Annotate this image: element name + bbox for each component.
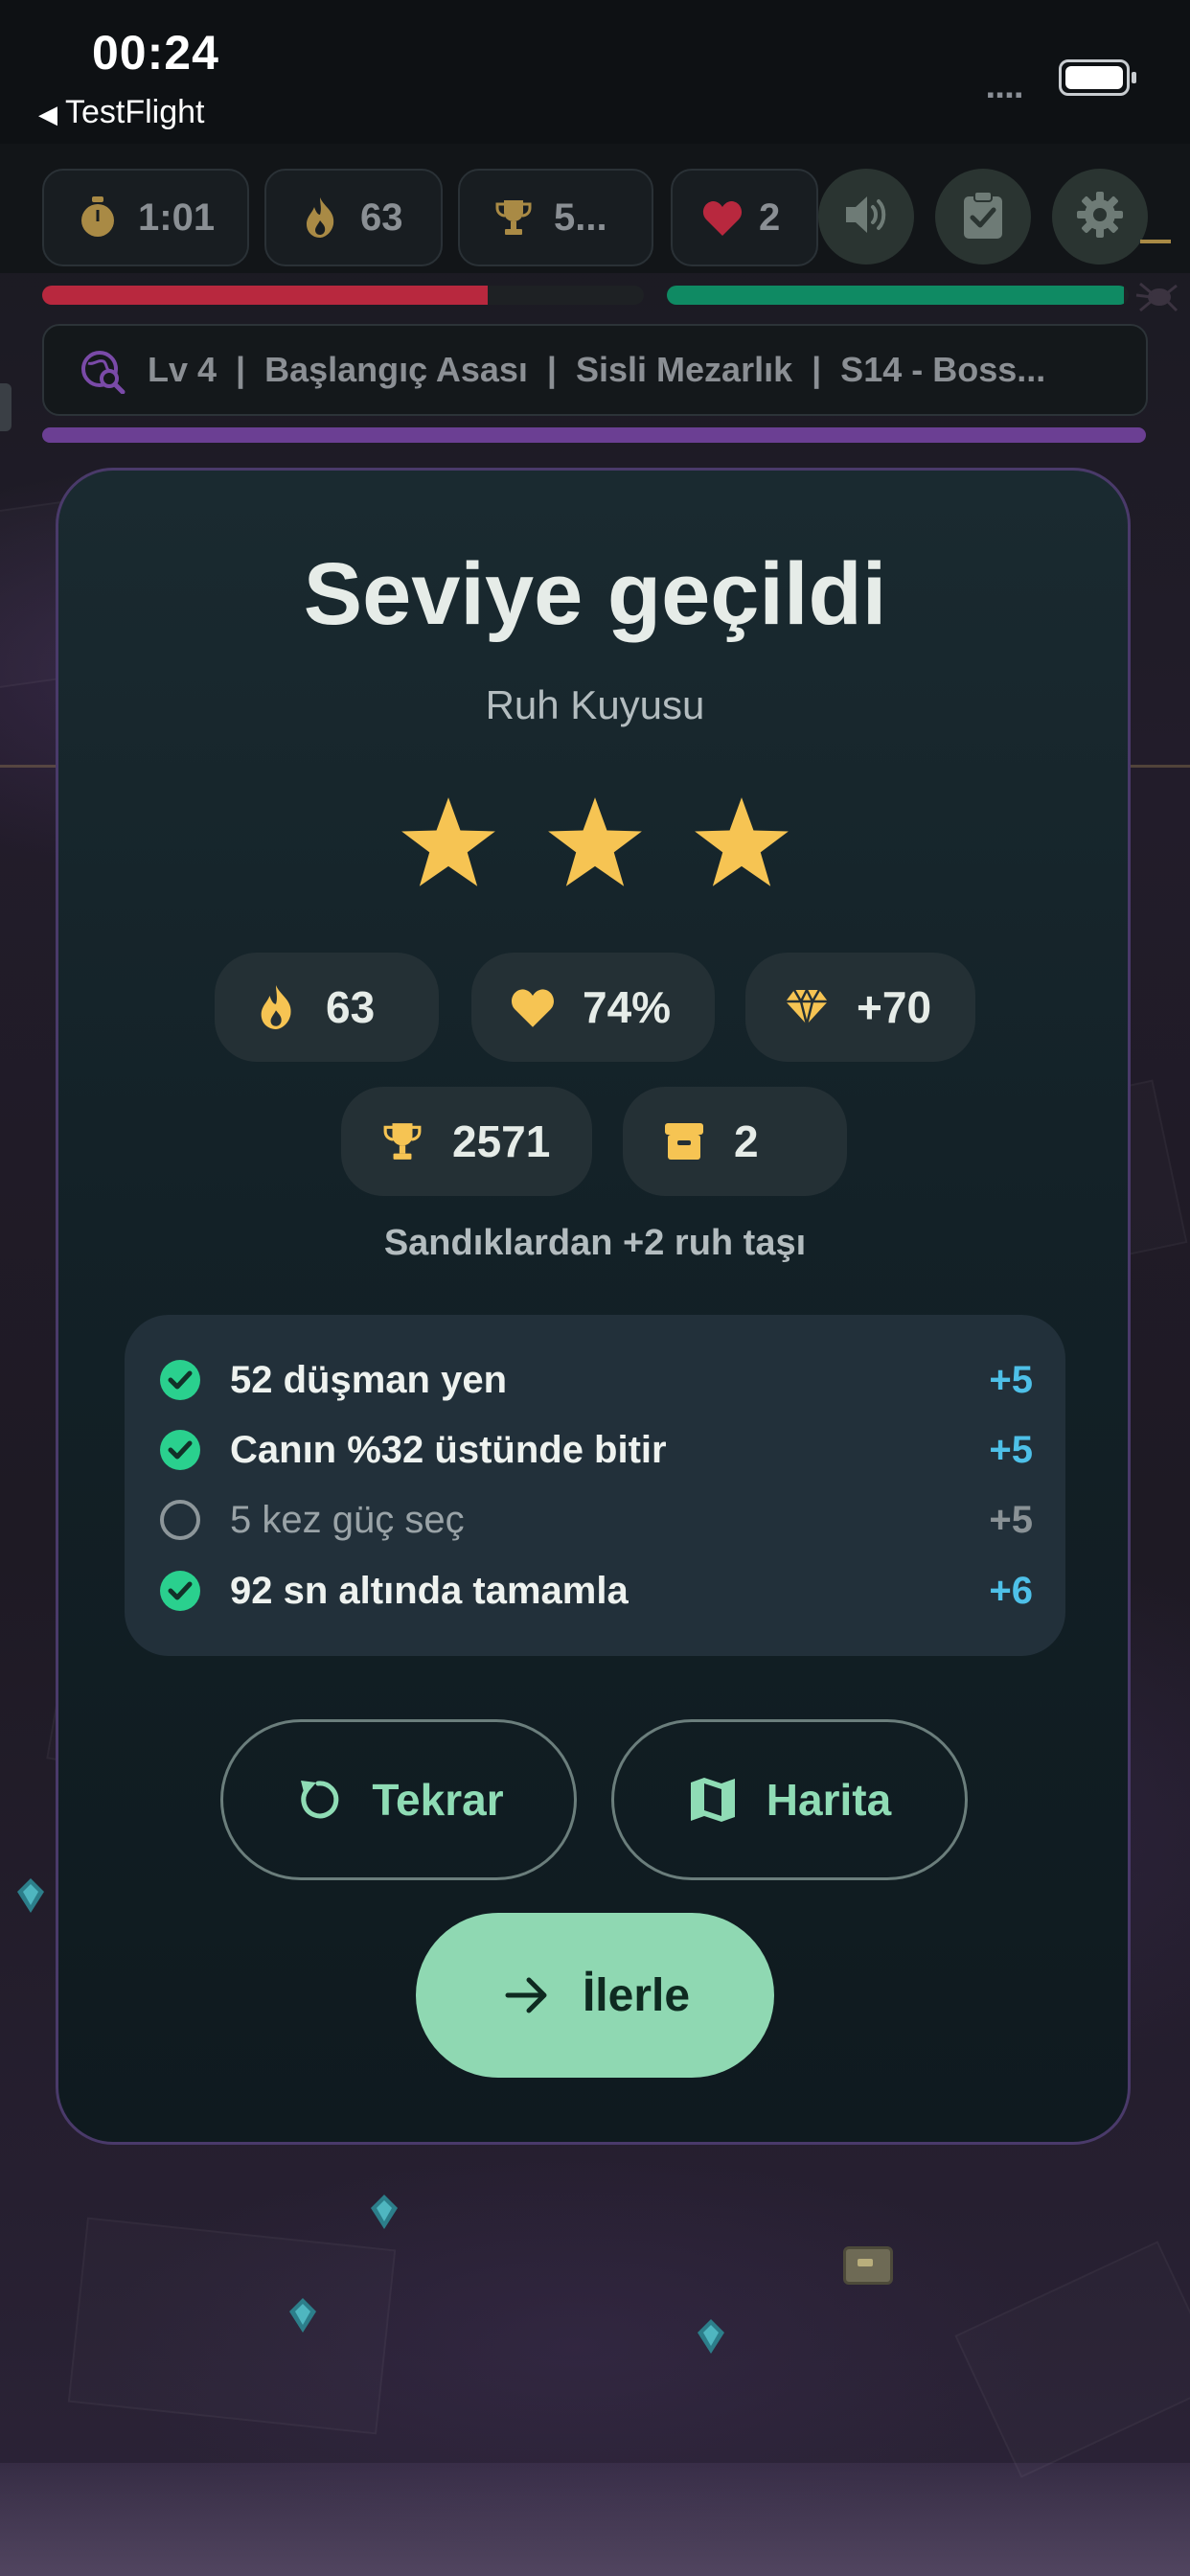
health-bar xyxy=(42,286,644,305)
retry-button[interactable]: Tekrar xyxy=(220,1719,577,1880)
energy-bar xyxy=(667,286,1129,305)
objective-row: Canın %32 üstünde bitir +5 xyxy=(159,1421,1033,1479)
trophies-chip: 5... xyxy=(458,169,653,266)
map-button[interactable]: Harita xyxy=(611,1719,968,1880)
objective-reward: +5 xyxy=(989,1498,1033,1541)
status-bar: 00:24 ◀ TestFlight ▪▪▪▪ xyxy=(0,0,1190,144)
chest-reward-note: Sandıklardan +2 ruh taşı xyxy=(383,1223,807,1263)
health-bar-fill xyxy=(42,286,488,305)
trophies-value: 5... xyxy=(554,196,607,239)
back-label: TestFlight xyxy=(65,94,205,130)
trophy-icon xyxy=(379,1118,425,1164)
level-info-bar: Lv 4 | Başlangıç Asası | Sisli Mezarlık … xyxy=(42,324,1148,416)
back-triangle-icon: ◀ xyxy=(38,100,57,128)
timer-chip: 1:01 xyxy=(42,169,249,266)
objective-row: 92 sn altında tamamla +6 xyxy=(159,1562,1033,1620)
stat-kills-value: 63 xyxy=(326,982,376,1032)
objective-text: Canın %32 üstünde bitir xyxy=(230,1428,667,1471)
check-circle-icon xyxy=(160,1571,200,1611)
side-tab xyxy=(0,383,11,431)
stopwatch-icon xyxy=(77,196,119,239)
stat-health: 74% xyxy=(471,953,715,1062)
battery-icon xyxy=(1059,59,1136,96)
stat-trophies: 2571 xyxy=(341,1087,592,1196)
objective-text: 5 kez güç seç xyxy=(230,1498,465,1541)
stat-kills: 63 xyxy=(215,953,439,1062)
level-info-text: Lv 4 | Başlangıç Asası | Sisli Mezarlık … xyxy=(148,350,1046,389)
flame-icon xyxy=(253,984,299,1030)
soul-crystal-icon xyxy=(371,2195,398,2229)
trophy-icon xyxy=(492,196,535,239)
objective-text: 52 düşman yen xyxy=(230,1358,508,1401)
check-circle-icon xyxy=(160,1360,200,1400)
kills-chip: 63 xyxy=(264,169,443,266)
stat-trophies-value: 2571 xyxy=(452,1116,551,1166)
objective-reward: +6 xyxy=(989,1569,1033,1612)
treasure-chest-icon xyxy=(843,2246,893,2285)
continue-label: İlerle xyxy=(582,1969,691,2021)
speaker-icon xyxy=(842,194,890,241)
stat-gems: +70 xyxy=(745,953,975,1062)
retry-label: Tekrar xyxy=(372,1775,504,1825)
map-icon xyxy=(690,1778,735,1822)
soul-crystal-icon xyxy=(289,2298,316,2333)
objective-text: 92 sn altında tamamla xyxy=(230,1569,629,1612)
cellular-signal-icon: ▪▪▪▪ xyxy=(987,82,1025,106)
heart-icon xyxy=(510,984,556,1030)
objective-row: 52 düşman yen +5 xyxy=(159,1351,1033,1409)
continue-button[interactable]: İlerle xyxy=(416,1913,774,2078)
clock-time: 00:24 xyxy=(92,26,219,80)
gear-icon xyxy=(1076,191,1124,243)
restart-icon xyxy=(301,1781,339,1819)
flame-icon xyxy=(299,196,341,239)
modal-subtitle: Ruh Kuyusu xyxy=(485,682,705,727)
stat-chests-value: 2 xyxy=(734,1116,759,1166)
star-icon xyxy=(548,797,642,886)
soul-crystal-icon xyxy=(17,1878,44,1913)
objective-reward: +5 xyxy=(989,1428,1033,1471)
back-to-testflight-link[interactable]: ◀ TestFlight xyxy=(38,94,205,131)
soul-crystal-icon xyxy=(698,2319,724,2354)
stat-gems-value: +70 xyxy=(857,982,932,1032)
experience-bar xyxy=(42,427,1146,443)
star-icon xyxy=(695,797,789,886)
modal-title: Seviye geçildi xyxy=(303,545,887,643)
clipboard-check-icon xyxy=(962,190,1004,243)
chest-icon xyxy=(661,1118,707,1164)
map-search-icon xyxy=(79,346,126,395)
decorative-line xyxy=(1140,240,1171,243)
stat-chests: 2 xyxy=(623,1087,847,1196)
lives-value: 2 xyxy=(759,196,781,239)
gem-icon xyxy=(784,984,830,1030)
arrow-right-icon xyxy=(505,1977,547,2013)
tasks-button[interactable] xyxy=(935,169,1031,264)
star-icon xyxy=(401,797,495,886)
settings-button[interactable] xyxy=(1052,169,1148,264)
empty-circle-icon xyxy=(160,1500,200,1540)
energy-bar-fill xyxy=(667,286,1125,305)
kills-value: 63 xyxy=(360,196,403,239)
sound-toggle-button[interactable] xyxy=(818,169,914,264)
stat-health-value: 74% xyxy=(583,982,672,1032)
map-label: Harita xyxy=(766,1775,892,1825)
objective-reward: +5 xyxy=(989,1358,1033,1401)
lives-chip: 2 xyxy=(671,169,818,266)
objective-row: 5 kez güç seç +5 xyxy=(159,1491,1033,1549)
heart-icon xyxy=(701,196,744,239)
check-circle-icon xyxy=(160,1430,200,1470)
spider-enemy-icon xyxy=(1135,282,1179,312)
timer-value: 1:01 xyxy=(138,196,216,239)
